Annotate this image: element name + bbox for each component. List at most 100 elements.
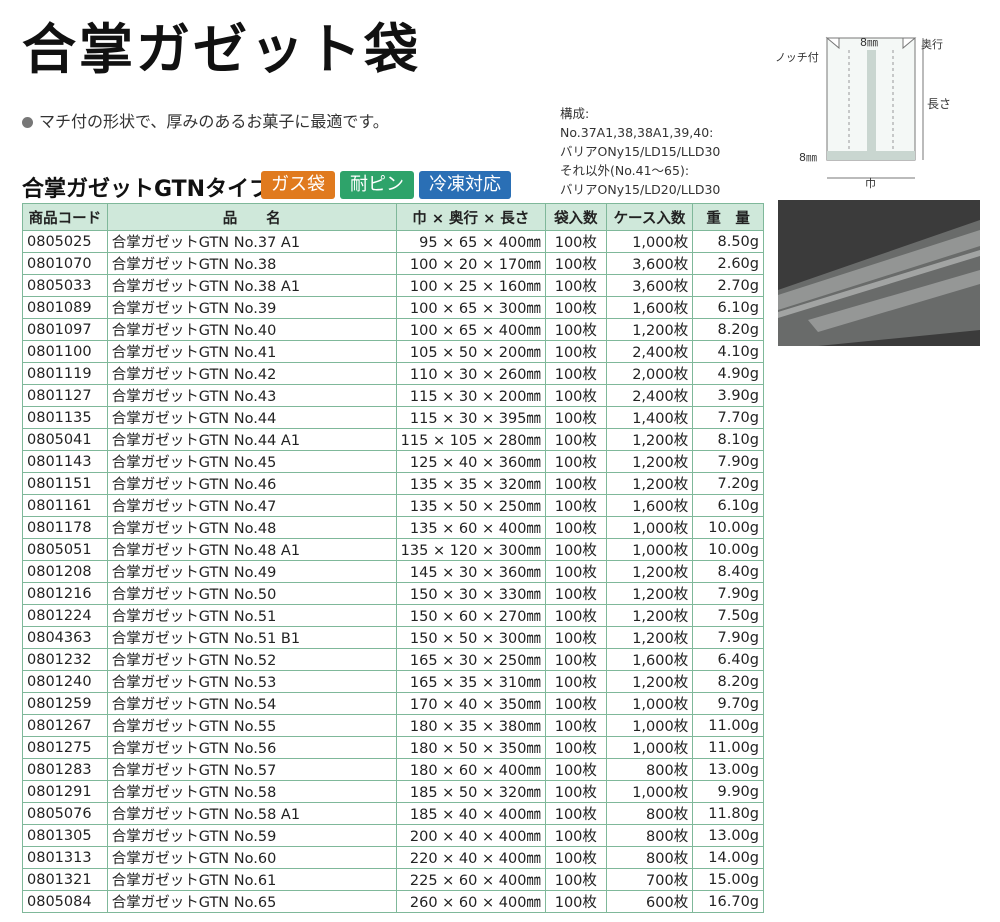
cell-case-qty: 1,200枚 (605, 472, 694, 495)
cell-code: 0801100 (22, 340, 108, 363)
table-body: 0805025 合掌ガゼットGTN No.37 A1 95 × 65 × 400㎜ 1… (22, 230, 764, 913)
table-row: 0801127 合掌ガゼットGTN No.43 115 × 30 × 200㎜ 100… (22, 384, 764, 407)
depth-label: 奥行 (921, 37, 943, 51)
cell-bag-qty: 100枚 (544, 494, 607, 517)
cell-bag-qty: 100枚 (544, 802, 607, 825)
cell-case-qty: 1,200枚 (605, 318, 694, 341)
cell-name: 合掌ガゼットGTN No.40 (106, 318, 397, 341)
cell-code: 0801208 (22, 560, 108, 583)
cell-name: 合掌ガゼットGTN No.61 (106, 868, 397, 891)
cell-case-qty: 1,200枚 (605, 626, 694, 649)
cell-name: 合掌ガゼットGTN No.51 B1 (106, 626, 397, 649)
cell-size: 115 × 30 × 200㎜ (395, 384, 546, 407)
cell-size: 100 × 25 × 160㎜ (395, 274, 546, 297)
bullet-icon (22, 117, 33, 128)
table-row: 0801151 合掌ガゼットGTN No.46 135 × 35 × 320㎜ 100… (22, 472, 764, 495)
cell-case-qty: 1,000枚 (605, 714, 694, 737)
cell-case-qty: 2,400枚 (605, 340, 694, 363)
cell-name: 合掌ガゼットGTN No.65 (106, 890, 397, 913)
cell-name: 合掌ガゼットGTN No.56 (106, 736, 397, 759)
cell-code: 0801127 (22, 384, 108, 407)
cell-name: 合掌ガゼットGTN No.52 (106, 648, 397, 671)
cell-size: 170 × 40 × 350㎜ (395, 692, 546, 715)
composition-line: No.37A1,38,38A1,39,40: (560, 125, 714, 140)
cell-size: 165 × 35 × 310㎜ (395, 670, 546, 693)
cell-name: 合掌ガゼットGTN No.51 (106, 604, 397, 627)
table-row: 0801232 合掌ガゼットGTN No.52 165 × 30 × 250㎜ 100… (22, 648, 764, 671)
cell-size: 115 × 105 × 280㎜ (395, 428, 546, 451)
cell-case-qty: 800枚 (605, 824, 694, 847)
cell-bag-qty: 100枚 (544, 384, 607, 407)
table-row: 0801119 合掌ガゼットGTN No.42 110 × 30 × 260㎜ 100… (22, 362, 764, 385)
cell-name: 合掌ガゼットGTN No.44 A1 (106, 428, 397, 451)
cell-size: 180 × 50 × 350㎜ (395, 736, 546, 759)
cell-name: 合掌ガゼットGTN No.57 (106, 758, 397, 781)
table-row: 0805051 合掌ガゼットGTN No.48 A1 135 × 120 × 300… (22, 538, 764, 561)
cell-bag-qty: 100枚 (544, 670, 607, 693)
table-row: 0801089 合掌ガゼットGTN No.39 100 × 65 × 300㎜ 100… (22, 296, 764, 319)
cell-bag-qty: 100枚 (544, 318, 607, 341)
cell-size: 150 × 30 × 330㎜ (395, 582, 546, 605)
cell-name: 合掌ガゼットGTN No.38 (106, 252, 397, 275)
composition-note: 構成: No.37A1,38,38A1,39,40: バリアONy15/LD15… (560, 104, 720, 199)
cell-bag-qty: 100枚 (544, 890, 607, 913)
cell-code: 0801240 (22, 670, 108, 693)
page-title: 合掌ガゼット袋 (22, 17, 421, 81)
cell-weight: 7.20g (692, 472, 764, 495)
feature-badges: ガス袋 耐ピン 冷凍対応 (261, 171, 511, 199)
cell-case-qty: 800枚 (605, 758, 694, 781)
cell-weight: 11.00g (692, 736, 764, 759)
table-row: 0801224 合掌ガゼットGTN No.51 150 × 60 × 270㎜ 100… (22, 604, 764, 627)
cell-size: 100 × 20 × 170㎜ (395, 252, 546, 275)
table-row: 0801313 合掌ガゼットGTN No.60 220 × 40 × 400㎜ 100… (22, 846, 764, 869)
notch-label: ノッチ付 (775, 51, 819, 64)
cell-name: 合掌ガゼットGTN No.47 (106, 494, 397, 517)
cell-weight: 11.00g (692, 714, 764, 737)
cell-code: 0801232 (22, 648, 108, 671)
cell-bag-qty: 100枚 (544, 340, 607, 363)
cell-size: 145 × 30 × 360㎜ (395, 560, 546, 583)
cell-weight: 10.00g (692, 516, 764, 539)
cell-size: 110 × 30 × 260㎜ (395, 362, 546, 385)
cell-code: 0801267 (22, 714, 108, 737)
cell-name: 合掌ガゼットGTN No.42 (106, 362, 397, 385)
table-header-row: 商品コード 品 名 巾 × 奥行 × 長さ 袋入数 ケース入数 重 量 (22, 203, 764, 231)
cell-weight: 7.90g (692, 582, 764, 605)
cell-weight: 6.40g (692, 648, 764, 671)
cell-code: 0801070 (22, 252, 108, 275)
lead-text: マチ付の形状で、厚みのあるお菓子に最適です。 (22, 108, 389, 132)
cell-bag-qty: 100枚 (544, 692, 607, 715)
cell-bag-qty: 100枚 (544, 252, 607, 275)
table-row: 0805076 合掌ガゼットGTN No.58 A1 185 × 40 × 400㎜… (22, 802, 764, 825)
cell-weight: 16.70g (692, 890, 764, 913)
cell-weight: 10.00g (692, 538, 764, 561)
cell-weight: 6.10g (692, 494, 764, 517)
cell-size: 225 × 60 × 400㎜ (395, 868, 546, 891)
bottom-seal-label: 8㎜ (799, 151, 817, 164)
badge-gas: ガス袋 (261, 171, 335, 199)
cell-size: 200 × 40 × 400㎜ (395, 824, 546, 847)
cell-code: 0801224 (22, 604, 108, 627)
cell-code: 0801216 (22, 582, 108, 605)
cell-name: 合掌ガゼットGTN No.39 (106, 296, 397, 319)
cell-bag-qty: 100枚 (544, 582, 607, 605)
cell-name: 合掌ガゼットGTN No.48 (106, 516, 397, 539)
cell-code: 0801161 (22, 494, 108, 517)
cell-weight: 8.40g (692, 560, 764, 583)
cell-weight: 8.20g (692, 318, 764, 341)
cell-code: 0801097 (22, 318, 108, 341)
cell-name: 合掌ガゼットGTN No.38 A1 (106, 274, 397, 297)
cell-code: 0805084 (22, 890, 108, 913)
cell-case-qty: 1,200枚 (605, 428, 694, 451)
cell-name: 合掌ガゼットGTN No.54 (106, 692, 397, 715)
cell-name: 合掌ガゼットGTN No.53 (106, 670, 397, 693)
cell-code: 0801135 (22, 406, 108, 429)
cell-size: 105 × 50 × 200㎜ (395, 340, 546, 363)
table-row: 0801070 合掌ガゼットGTN No.38 100 × 20 × 170㎜ 100… (22, 252, 764, 275)
cell-case-qty: 1,200枚 (605, 670, 694, 693)
cell-code: 0801259 (22, 692, 108, 715)
cell-case-qty: 1,000枚 (605, 230, 694, 253)
table-row: 0801178 合掌ガゼットGTN No.48 135 × 60 × 400㎜ 100… (22, 516, 764, 539)
table-row: 0801208 合掌ガゼットGTN No.49 145 × 30 × 360㎜ 100… (22, 560, 764, 583)
cell-name: 合掌ガゼットGTN No.50 (106, 582, 397, 605)
